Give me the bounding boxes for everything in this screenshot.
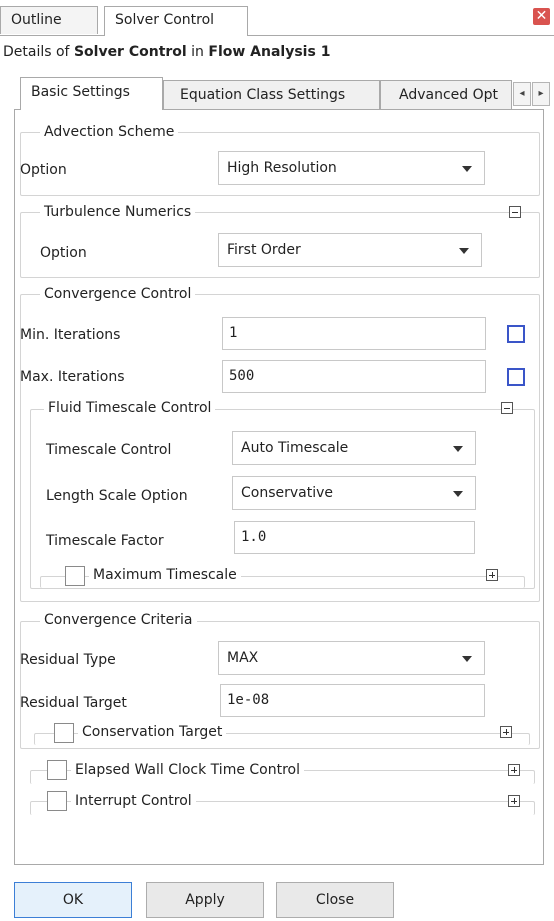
turbulence-option-value: First Order: [227, 242, 301, 258]
chevron-down-icon: [453, 446, 463, 452]
max-iterations-label: Max. Iterations: [20, 369, 125, 385]
collapse-icon[interactable]: [509, 206, 521, 218]
turbulence-option-label: Option: [40, 245, 87, 261]
min-iterations-toggle[interactable]: [507, 325, 525, 343]
tab-scroll-left-icon[interactable]: ◂: [513, 82, 531, 106]
convergence-control-title: Convergence Control: [40, 285, 196, 303]
advection-option-label: Option: [20, 162, 67, 178]
timescale-factor-label: Timescale Factor: [46, 533, 164, 549]
advection-option-select[interactable]: High Resolution: [218, 151, 485, 185]
ok-button[interactable]: OK: [14, 882, 132, 918]
length-scale-option-value: Conservative: [241, 485, 334, 501]
fluid-timescale-title: Fluid Timescale Control: [44, 399, 216, 417]
residual-type-value: MAX: [227, 650, 259, 666]
elapsed-wall-clock-label: Elapsed Wall Clock Time Control: [71, 761, 305, 779]
min-iterations-label: Min. Iterations: [20, 327, 121, 343]
tab-strip-divider: [0, 35, 554, 36]
maximum-timescale-checkbox[interactable]: [65, 566, 85, 586]
conservation-target-checkbox[interactable]: [54, 723, 74, 743]
expand-icon[interactable]: [508, 764, 520, 776]
advection-title: Advection Scheme: [40, 123, 179, 141]
residual-target-label: Residual Target: [20, 695, 127, 711]
tab-advanced-options[interactable]: Advanced Opt: [380, 80, 512, 109]
close-icon[interactable]: ✕: [533, 8, 550, 25]
elapsed-wall-clock-checkbox[interactable]: [47, 760, 67, 780]
details-analysis: Flow Analysis 1: [208, 44, 331, 60]
turbulence-option-select[interactable]: First Order: [218, 233, 482, 267]
details-middle: in: [186, 44, 209, 60]
chevron-down-icon: [453, 491, 463, 497]
expand-icon[interactable]: [500, 726, 512, 738]
max-iterations-toggle[interactable]: [507, 368, 525, 386]
interrupt-control-label: Interrupt Control: [71, 792, 196, 810]
residual-type-label: Residual Type: [20, 652, 116, 668]
tab-outline[interactable]: Outline: [0, 6, 98, 34]
chevron-down-icon: [459, 248, 469, 254]
residual-type-select[interactable]: MAX: [218, 641, 485, 675]
convergence-criteria-title: Convergence Criteria: [40, 611, 197, 629]
chevron-down-icon: [462, 656, 472, 662]
tab-basic-settings[interactable]: Basic Settings: [20, 77, 163, 110]
timescale-control-value: Auto Timescale: [241, 440, 349, 456]
min-iterations-input[interactable]: 1: [222, 317, 486, 350]
length-scale-option-label: Length Scale Option: [46, 488, 188, 504]
expand-icon[interactable]: [486, 569, 498, 581]
timescale-control-select[interactable]: Auto Timescale: [232, 431, 476, 465]
advection-option-value: High Resolution: [227, 160, 337, 176]
tab-equation-class-settings[interactable]: Equation Class Settings: [163, 80, 380, 109]
apply-button[interactable]: Apply: [146, 882, 264, 918]
details-header: Details of Solver Control in Flow Analys…: [3, 44, 330, 60]
length-scale-option-select[interactable]: Conservative: [232, 476, 476, 510]
timescale-control-label: Timescale Control: [46, 442, 172, 458]
max-iterations-input[interactable]: 500: [222, 360, 486, 393]
turbulence-title: Turbulence Numerics: [40, 203, 196, 221]
expand-icon[interactable]: [508, 795, 520, 807]
tab-solver-control[interactable]: Solver Control: [104, 6, 248, 36]
timescale-factor-input[interactable]: 1.0: [234, 521, 475, 554]
residual-target-input[interactable]: 1e-08: [220, 684, 485, 717]
maximum-timescale-label: Maximum Timescale: [89, 566, 241, 584]
tab-scroll-right-icon[interactable]: ▸: [532, 82, 550, 106]
collapse-icon[interactable]: [501, 402, 513, 414]
chevron-down-icon: [462, 166, 472, 172]
conservation-target-label: Conservation Target: [78, 723, 227, 741]
details-prefix: Details of: [3, 44, 74, 60]
details-object: Solver Control: [73, 44, 187, 60]
interrupt-control-checkbox[interactable]: [47, 791, 67, 811]
close-button[interactable]: Close: [276, 882, 394, 918]
